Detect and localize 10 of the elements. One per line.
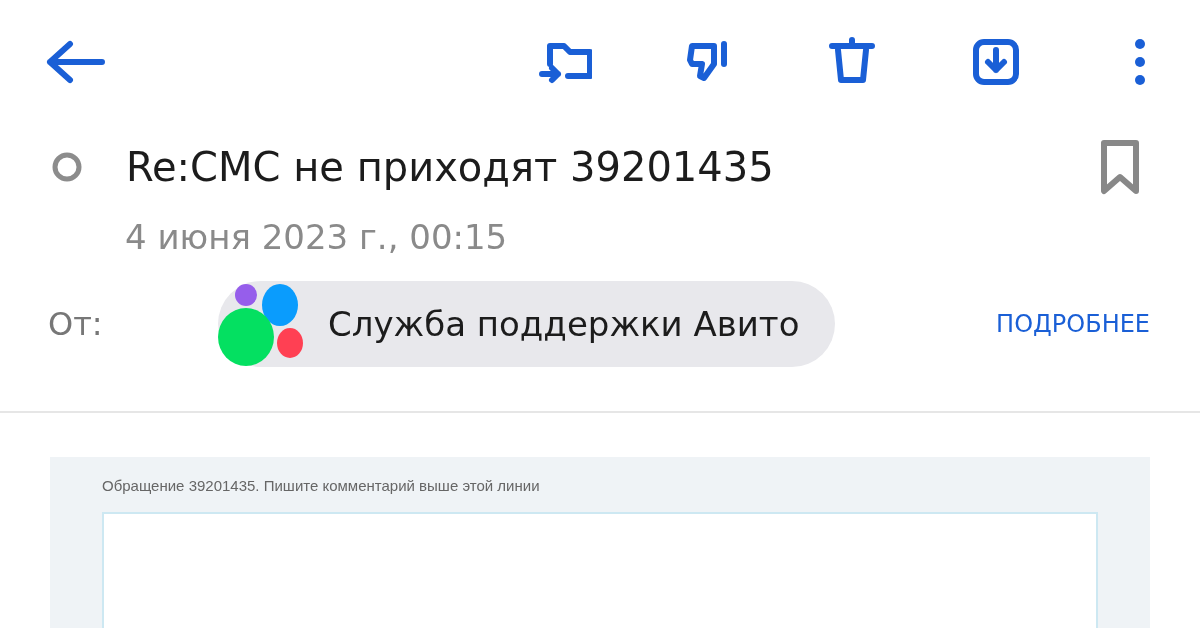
sender-chip[interactable]: Служба поддержки Авито <box>218 281 836 367</box>
status-circle-icon[interactable] <box>50 150 84 184</box>
bookmark-icon[interactable] <box>1100 139 1140 195</box>
notice-text: Обращение 39201435. Пишите комментарий выше этой линии <box>102 476 541 496</box>
details-link[interactable]: ПОДРОБНЕЕ <box>996 306 1150 342</box>
email-date: 4 июня 2023 г., 00:15 <box>125 216 509 259</box>
from-label: От: <box>48 304 104 345</box>
avatar-logo-icon <box>218 281 306 367</box>
sender-name: Служба поддержки Авито <box>328 302 800 346</box>
email-subject: Re:СМС не приходят 39201435 <box>126 143 774 192</box>
